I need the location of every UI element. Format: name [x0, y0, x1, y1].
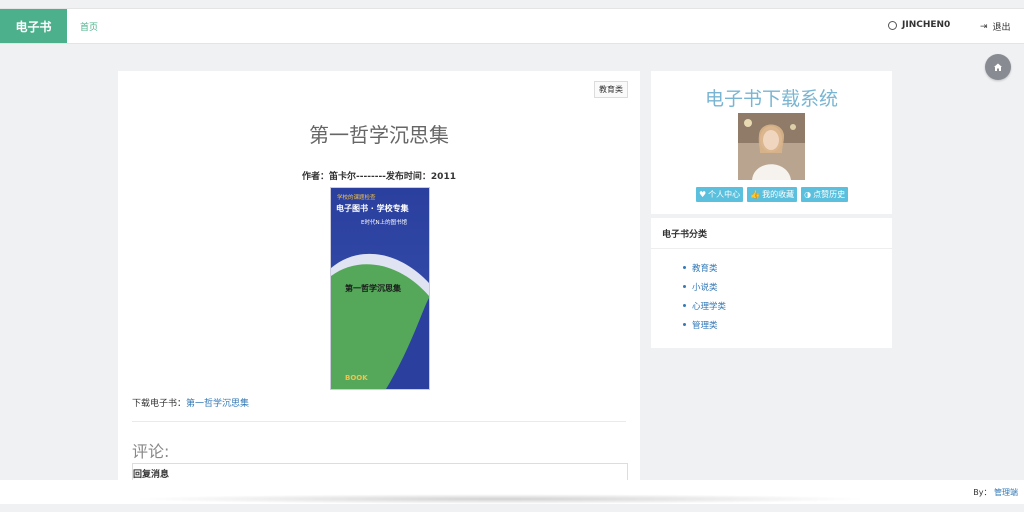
- divider: [132, 421, 626, 422]
- book-cover-art: 学校的课题检查 电子图书 · 学校专集 E时代N上的图书馆 第一哲学沉思集 BO…: [331, 188, 429, 389]
- thumbs-up-icon: 👍: [750, 190, 761, 199]
- my-favorites-button[interactable]: 👍 我的收藏: [747, 187, 798, 202]
- brand-logo[interactable]: 电子书: [0, 9, 67, 43]
- personal-center-label: 个人中心: [708, 190, 741, 199]
- book-detail-panel: 教育类 第一哲学沉思集 作者：笛卡尔--------发布时间：2011 学校的课…: [118, 71, 640, 481]
- sidebar-categories-panel: 电子书分类 教育类 小说类 心理学类 管理类: [651, 218, 892, 348]
- logout-label: 退出: [992, 23, 1011, 33]
- bullet-icon: [683, 285, 686, 288]
- top-navbar: 电子书 首页 JINCHEN0 ⇥ 退出: [0, 8, 1024, 44]
- cover-logo: BOOK: [345, 374, 368, 382]
- download-label: 下载电子书：: [132, 399, 187, 409]
- admin-link[interactable]: 管理端: [994, 488, 1018, 497]
- profile-button-row: ♥ 个人中心 👍 我的收藏 ◑ 点赞历史: [696, 187, 849, 202]
- home-icon: [994, 63, 1002, 71]
- cover-line1: 学校的课题检查: [337, 193, 376, 201]
- cover-line3: E时代N上的图书馆: [361, 218, 408, 226]
- download-link[interactable]: 第一哲学沉思集: [186, 399, 249, 409]
- nav-home-link[interactable]: 首页: [80, 20, 98, 33]
- heart-icon: ♥: [699, 190, 707, 199]
- page-shadow: [130, 494, 870, 504]
- category-item-education[interactable]: 教育类: [683, 258, 726, 277]
- footer-by: By：: [973, 488, 992, 497]
- category-label: 小说类: [692, 282, 718, 293]
- category-item-novel[interactable]: 小说类: [683, 277, 726, 296]
- reply-box: 回复消息: [132, 463, 628, 481]
- reply-title: 回复消息: [133, 470, 170, 480]
- book-cover-image: 学校的课题检查 电子图书 · 学校专集 E时代N上的图书馆 第一哲学沉思集 BO…: [330, 187, 430, 390]
- like-history-label: 点赞历史: [813, 190, 846, 199]
- sidebar-profile-panel: 电子书下载系统 ♥ 个人中心 👍 我的收藏 ◑ 点赞历史: [651, 71, 892, 214]
- avatar-image: [738, 113, 805, 180]
- logout-icon: ⇥: [980, 21, 988, 32]
- personal-center-button[interactable]: ♥ 个人中心: [696, 187, 744, 202]
- category-badge[interactable]: 教育类: [594, 81, 628, 98]
- category-label: 教育类: [692, 263, 718, 274]
- category-item-management[interactable]: 管理类: [683, 315, 726, 334]
- bullet-icon: [683, 304, 686, 307]
- categories-heading: 电子书分类: [662, 230, 708, 240]
- cover-title: 第一哲学沉思集: [345, 283, 402, 293]
- categories-heading-bar: 电子书分类: [651, 218, 892, 249]
- user-menu[interactable]: JINCHEN0: [888, 20, 950, 30]
- book-meta: 作者：笛卡尔--------发布时间：2011: [302, 172, 456, 182]
- book-title: 第一哲学沉思集: [309, 123, 449, 147]
- my-favorites-label: 我的收藏: [762, 190, 795, 199]
- category-label: 管理类: [692, 320, 718, 331]
- username: JINCHEN0: [902, 20, 951, 30]
- download-row: 下载电子书：第一哲学沉思集: [132, 396, 249, 409]
- category-label: 心理学类: [692, 301, 727, 312]
- contrast-icon: ◑: [804, 190, 812, 199]
- avatar: [738, 113, 805, 180]
- footer-credit: By： 管理端: [973, 487, 1018, 498]
- like-history-button[interactable]: ◑ 点赞历史: [801, 187, 849, 202]
- category-list: 教育类 小说类 心理学类 管理类: [683, 258, 726, 334]
- logout-button[interactable]: ⇥ 退出: [980, 20, 1011, 34]
- comments-heading: 评论:: [132, 442, 170, 461]
- user-icon: [888, 20, 897, 30]
- home-floating-button[interactable]: [985, 54, 1011, 80]
- category-item-psychology[interactable]: 心理学类: [683, 296, 726, 315]
- system-title: 电子书下载系统: [704, 88, 838, 110]
- bullet-icon: [683, 266, 686, 269]
- cover-line2: 电子图书 · 学校专集: [336, 203, 410, 213]
- bullet-icon: [683, 323, 686, 326]
